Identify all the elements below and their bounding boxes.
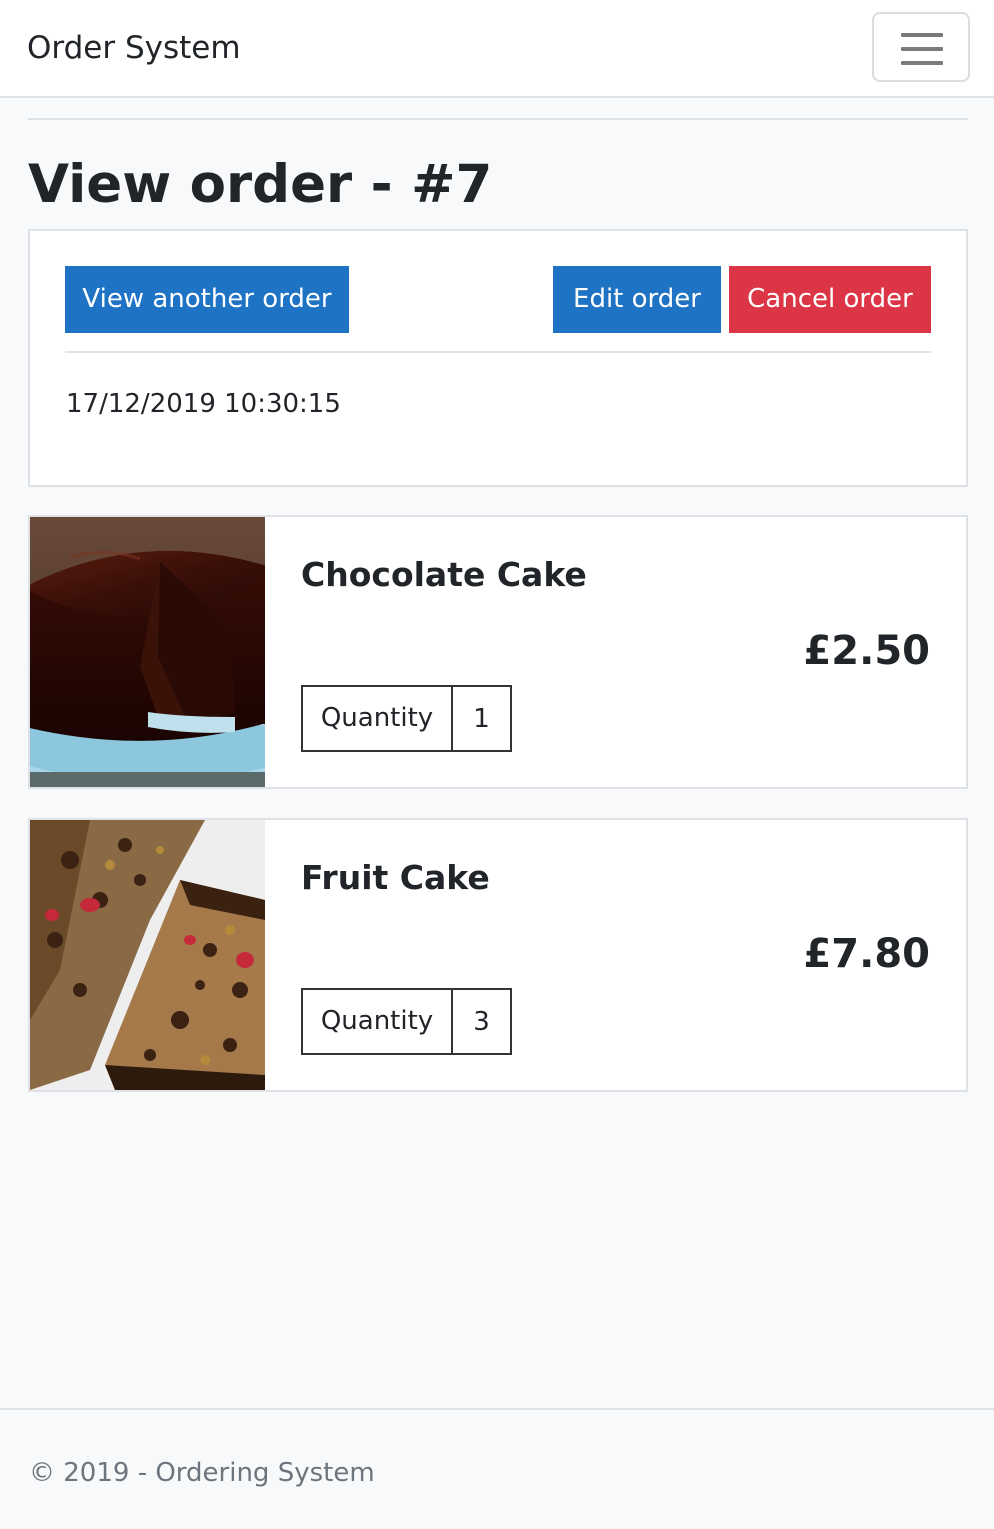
- divider: [65, 351, 931, 353]
- order-date: 17/12/2019 10:30:15: [66, 389, 341, 419]
- quantity-group: Quantity: [301, 685, 512, 752]
- order-actions-panel: View another order Edit order Cancel ord…: [28, 229, 968, 487]
- page-title: View order - #7: [28, 154, 493, 215]
- hamburger-menu-icon[interactable]: [872, 12, 970, 82]
- divider: [28, 118, 968, 120]
- quantity-label: Quantity: [303, 687, 453, 750]
- chocolate-cake-image: [30, 517, 265, 787]
- navbar: Order System: [0, 0, 994, 98]
- edit-order-button[interactable]: Edit order: [553, 266, 721, 333]
- item-name: Fruit Cake: [301, 858, 490, 897]
- order-item-card: Chocolate Cake £2.50 Quantity: [28, 515, 968, 789]
- footer: © 2019 - Ordering System: [0, 1408, 994, 1529]
- quantity-group: Quantity: [301, 988, 512, 1055]
- quantity-input[interactable]: [453, 990, 510, 1053]
- item-name: Chocolate Cake: [301, 555, 587, 594]
- cancel-order-button[interactable]: Cancel order: [729, 266, 931, 333]
- quantity-input[interactable]: [453, 687, 510, 750]
- fruit-cake-image: [30, 820, 265, 1090]
- brand-link[interactable]: Order System: [27, 28, 241, 68]
- order-item-card: Fruit Cake £7.80 Quantity: [28, 818, 968, 1092]
- item-price: £7.80: [803, 931, 930, 977]
- view-another-order-button[interactable]: View another order: [65, 266, 349, 333]
- footer-copyright: © 2019 - Ordering System: [29, 1458, 375, 1488]
- item-price: £2.50: [803, 628, 930, 674]
- quantity-label: Quantity: [303, 990, 453, 1053]
